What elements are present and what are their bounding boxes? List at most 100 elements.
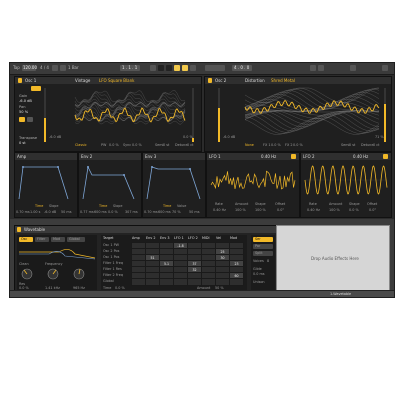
osc2-gain-slider[interactable]: [218, 88, 220, 142]
env-release[interactable]: 50 ms: [189, 210, 199, 214]
res-knob[interactable]: [21, 268, 33, 280]
lfo-sync-icon[interactable]: [383, 154, 388, 159]
osc1-pw-value[interactable]: 0.0 %: [109, 143, 119, 147]
stop-icon[interactable]: [158, 65, 164, 71]
env-sustain[interactable]: 0.0 %: [108, 210, 118, 214]
lfo-shape-value[interactable]: 0.0 %: [349, 208, 359, 212]
device-power-icon[interactable]: [17, 227, 21, 232]
quantization-select[interactable]: 1 Bar: [68, 65, 79, 70]
envelope-graph[interactable]: [146, 163, 202, 201]
env-mode[interactable]: Time: [99, 204, 107, 208]
osc1-fx-mode[interactable]: Classic: [75, 143, 87, 147]
env-release[interactable]: 50 ms: [61, 210, 71, 214]
osc1-retrig-button[interactable]: [27, 117, 33, 122]
voices-value[interactable]: 8: [267, 259, 269, 263]
audio-effects-drop-zone[interactable]: Drop Audio Effects Here: [276, 225, 390, 295]
lfo-amount-value[interactable]: 100 %: [329, 208, 340, 212]
env-attack[interactable]: 0.77 ms: [80, 210, 94, 214]
env-release[interactable]: 307 ms: [125, 210, 138, 214]
osc1-semi-value[interactable]: 0 st: [163, 143, 169, 147]
osc1-sync-value[interactable]: 0.0 %: [132, 143, 142, 147]
osc1-gain-slider[interactable]: [44, 88, 46, 142]
matrix-cell[interactable]: [201, 278, 216, 286]
lfo-sync-icon[interactable]: [291, 154, 296, 159]
env-shape[interactable]: Slope: [113, 204, 122, 208]
filter-response-graph[interactable]: [19, 244, 96, 260]
osc1-mode-toggle[interactable]: [31, 86, 41, 91]
env-attack[interactable]: 0.70 ms: [16, 210, 30, 214]
meter-value[interactable]: 4 / 4: [40, 65, 49, 70]
matrix-cell[interactable]: [229, 278, 244, 286]
lfo-rate-value[interactable]: 0.40 Hz: [213, 208, 226, 212]
overdub-icon[interactable]: [182, 65, 188, 71]
osc1-gain-value[interactable]: -6.0 dB: [19, 99, 32, 103]
lfo-offset-value[interactable]: 0.0°: [369, 208, 376, 212]
envelope-graph[interactable]: [82, 163, 138, 201]
osc2-wavetable-display[interactable]: [244, 87, 380, 139]
frequency-knob[interactable]: [47, 268, 59, 280]
matrix-cell[interactable]: [145, 278, 160, 286]
env-shape[interactable]: Value: [177, 204, 186, 208]
mode-ser-button[interactable]: Ser: [253, 237, 273, 242]
frequency2-knob[interactable]: [73, 268, 85, 280]
osc2-category[interactable]: Distortion: [245, 78, 265, 83]
tap-button[interactable]: Tap: [13, 65, 20, 70]
env-attack[interactable]: 0.70 ms: [144, 210, 158, 214]
env-mode[interactable]: Time: [163, 204, 171, 208]
follow-icon[interactable]: [60, 65, 66, 71]
osc1-on-button[interactable]: [19, 117, 25, 122]
play-icon[interactable]: [150, 65, 156, 71]
env-sustain[interactable]: -6.0 dB: [44, 210, 56, 214]
session-record-icon[interactable]: [174, 65, 180, 71]
env-shape[interactable]: Slope: [49, 204, 58, 208]
env-sustain[interactable]: 70 %: [172, 210, 181, 214]
tab-osc[interactable]: Osc: [19, 237, 33, 242]
lfo-rate-top[interactable]: 0.40 Hz: [353, 154, 368, 159]
osc2-detune-value[interactable]: 0 ct: [373, 143, 379, 147]
matrix-cell[interactable]: [159, 278, 174, 286]
matrix-cell[interactable]: [173, 278, 188, 286]
metronome-icon[interactable]: [52, 65, 58, 71]
tab-filter[interactable]: Filter: [35, 237, 49, 242]
lfo-rate-value[interactable]: 0.40 Hz: [307, 208, 320, 212]
record-icon[interactable]: [166, 65, 172, 71]
env-decay[interactable]: 1.00 s: [30, 210, 40, 214]
osc2-fx1-value[interactable]: 0.0 %: [271, 143, 281, 147]
osc1-detune-value[interactable]: 0 ct: [187, 143, 193, 147]
env-decay[interactable]: 600 ms: [94, 210, 107, 214]
filter-type[interactable]: Clean: [19, 262, 29, 266]
osc2-fx-mode[interactable]: None: [245, 143, 254, 147]
midi-map-icon[interactable]: [318, 65, 324, 71]
tab-mod[interactable]: Mod: [51, 237, 65, 242]
matrix-cell[interactable]: [215, 278, 230, 286]
osc2-position-slider[interactable]: [384, 88, 386, 142]
osc2-semi-value[interactable]: 0 st: [349, 143, 355, 147]
osc1-wavetable-name[interactable]: LFO Square Blank: [99, 78, 134, 83]
automation-arm-icon[interactable]: [190, 65, 196, 71]
osc1-category[interactable]: Vintage: [75, 78, 90, 83]
osc2-wavetable-name[interactable]: Shred Metal: [271, 78, 295, 83]
osc1-pan-value[interactable]: 50 %: [19, 110, 28, 114]
envelope-graph[interactable]: [18, 163, 74, 201]
lfo-shape-value[interactable]: 100 %: [255, 208, 266, 212]
matrix-cell[interactable]: [187, 278, 202, 286]
osc1-power-icon[interactable]: [18, 78, 22, 83]
lfo-rate-top[interactable]: 0.40 Hz: [261, 154, 276, 159]
lfo-offset-value[interactable]: 0.0°: [277, 208, 284, 212]
mode-par-button[interactable]: Par: [253, 244, 273, 249]
osc1-wavetable-display[interactable]: [74, 87, 186, 139]
key-map-icon[interactable]: [310, 65, 316, 71]
osc1-transpose-value[interactable]: 0 st: [19, 141, 26, 145]
mode-split-button[interactable]: Split: [253, 251, 273, 256]
osc1-position-slider[interactable]: [192, 88, 194, 142]
osc2-power-icon[interactable]: [208, 78, 212, 83]
matrix-cell[interactable]: [131, 278, 146, 286]
env-mode[interactable]: Time: [35, 204, 43, 208]
lfo-waveform[interactable]: [210, 163, 296, 197]
env-decay[interactable]: 600 ms: [158, 210, 171, 214]
lfo-waveform[interactable]: [304, 163, 388, 197]
lfo-amount-value[interactable]: 100 %: [235, 208, 246, 212]
tab-global[interactable]: Global: [67, 237, 85, 242]
loop-start[interactable]: [205, 65, 225, 71]
osc2-fx2-value[interactable]: 0.0 %: [293, 143, 303, 147]
